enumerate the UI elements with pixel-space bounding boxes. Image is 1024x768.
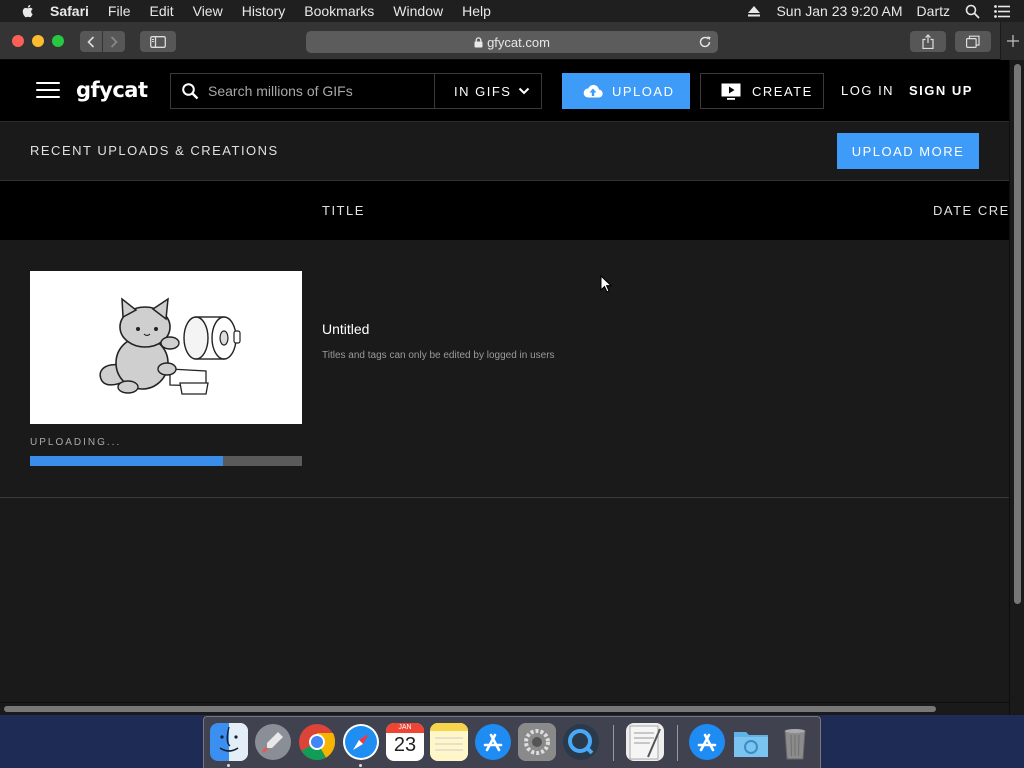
mouse-cursor-icon xyxy=(600,275,612,293)
horizontal-scrollbar-thumb[interactable] xyxy=(4,706,936,712)
menu-window[interactable]: Window xyxy=(393,3,443,19)
upload-progress-fill xyxy=(30,456,224,466)
column-header-date-created[interactable]: DATE CREA xyxy=(933,203,1009,218)
menubar-user[interactable]: Dartz xyxy=(917,3,950,19)
close-window-button[interactable] xyxy=(12,35,24,47)
eject-icon[interactable] xyxy=(746,3,762,19)
upload-progress-bar xyxy=(30,456,302,466)
dock-separator xyxy=(613,725,614,761)
app-store-downloads-icon[interactable] xyxy=(688,723,726,761)
gfycat-logo[interactable]: gfycat xyxy=(76,78,148,102)
search-scope-label: IN GIFS xyxy=(454,83,512,99)
cat-toilet-paper-image xyxy=(99,297,241,395)
signup-link[interactable]: SIGN UP xyxy=(909,83,973,98)
share-button[interactable] xyxy=(910,31,946,52)
upload-more-button[interactable]: UPLOAD MORE xyxy=(837,133,979,169)
gif-title: Untitled xyxy=(322,321,370,337)
create-button-label: CREATE xyxy=(752,83,813,99)
search-bar: IN GIFS xyxy=(170,73,542,109)
downloads-folder-icon[interactable] xyxy=(732,723,770,761)
sidebar-icon xyxy=(150,35,166,48)
launchpad-icon[interactable] xyxy=(254,723,292,761)
sidebar-toggle-button[interactable] xyxy=(140,31,176,52)
vertical-scrollbar[interactable] xyxy=(1009,60,1024,715)
chevron-right-icon xyxy=(110,35,118,48)
chevron-left-icon xyxy=(87,35,95,48)
table-row: UPLOADING... Untitled Titles and tags ca… xyxy=(0,240,1009,498)
macos-menu-bar: Safari File Edit View History Bookmarks … xyxy=(0,0,1024,22)
menu-edit[interactable]: Edit xyxy=(149,3,173,19)
chevron-down-icon xyxy=(518,87,530,95)
horizontal-scrollbar[interactable] xyxy=(0,702,1009,715)
vertical-scrollbar-thumb[interactable] xyxy=(1014,64,1021,604)
calendar-day: 23 xyxy=(393,734,417,756)
menu-view[interactable]: View xyxy=(193,3,223,19)
address-url: gfycat.com xyxy=(487,34,550,50)
menu-history[interactable]: History xyxy=(242,3,286,19)
search-input[interactable] xyxy=(199,74,423,108)
menu-safari[interactable]: Safari xyxy=(50,3,89,19)
cloud-upload-icon xyxy=(583,84,603,98)
quicktime-icon[interactable] xyxy=(562,723,600,761)
create-button[interactable]: CREATE xyxy=(700,73,824,109)
upload-button[interactable]: UPLOAD xyxy=(562,73,690,109)
menubar-status-area: Sun Jan 23 9:20 AM Dartz xyxy=(746,0,1024,22)
finder-running-indicator xyxy=(227,764,230,767)
textedit-icon[interactable] xyxy=(626,723,664,761)
show-all-tabs-button[interactable] xyxy=(955,31,991,52)
hamburger-menu-icon[interactable] xyxy=(36,82,60,100)
finder-icon[interactable] xyxy=(210,723,248,761)
menu-bookmarks[interactable]: Bookmarks xyxy=(304,3,374,19)
column-header-title[interactable]: TITLE xyxy=(322,203,365,218)
app-store-icon[interactable] xyxy=(474,723,512,761)
dock: JAN 23 xyxy=(203,716,821,768)
tabs-overview-icon xyxy=(966,35,980,48)
safari-running-indicator xyxy=(359,764,362,767)
web-page: gfycat IN GIFS UPLOAD CREATE LOG IN SIGN… xyxy=(0,60,1009,702)
forward-button[interactable] xyxy=(103,31,125,52)
notification-center-icon[interactable] xyxy=(994,3,1010,19)
calendar-icon[interactable]: JAN 23 xyxy=(386,723,424,761)
search-icon[interactable] xyxy=(181,82,199,100)
upload-button-label: UPLOAD xyxy=(612,83,675,99)
recent-uploads-heading: RECENT UPLOADS & CREATIONS xyxy=(30,143,279,158)
trash-icon[interactable] xyxy=(776,723,814,761)
uploads-table-header: TITLE DATE CREA xyxy=(0,181,1009,240)
chrome-icon[interactable] xyxy=(298,723,336,761)
zoom-window-button[interactable] xyxy=(52,35,64,47)
reload-icon[interactable] xyxy=(697,34,713,50)
recent-uploads-bar: RECENT UPLOADS & CREATIONS UPLOAD MORE xyxy=(0,122,1009,181)
calendar-month: JAN xyxy=(386,723,424,733)
dock-separator xyxy=(677,725,678,761)
site-header: gfycat IN GIFS UPLOAD CREATE LOG IN SIGN… xyxy=(0,60,1009,122)
login-link[interactable]: LOG IN xyxy=(841,83,894,98)
video-play-icon xyxy=(721,83,741,100)
address-bar[interactable]: gfycat.com xyxy=(306,31,718,53)
upload-status: UPLOADING... xyxy=(30,437,122,448)
share-icon xyxy=(922,34,934,49)
apple-menu-icon[interactable] xyxy=(20,3,36,19)
lock-icon xyxy=(474,36,483,47)
spotlight-search-icon[interactable] xyxy=(964,3,980,19)
back-button[interactable] xyxy=(80,31,102,52)
system-preferences-icon[interactable] xyxy=(518,723,556,761)
menu-file[interactable]: File xyxy=(108,3,131,19)
new-tab-button[interactable] xyxy=(1000,22,1024,60)
notes-icon[interactable] xyxy=(430,723,468,761)
menu-help[interactable]: Help xyxy=(462,3,491,19)
menubar-clock[interactable]: Sun Jan 23 9:20 AM xyxy=(776,3,902,19)
gif-thumbnail[interactable] xyxy=(30,271,302,424)
plus-icon xyxy=(1006,35,1019,47)
search-scope-dropdown[interactable]: IN GIFS xyxy=(434,74,542,108)
safari-icon[interactable] xyxy=(342,723,380,761)
safari-toolbar: gfycat.com xyxy=(0,22,1024,60)
gif-edit-notice: Titles and tags can only be edited by lo… xyxy=(322,350,555,361)
minimize-window-button[interactable] xyxy=(32,35,44,47)
